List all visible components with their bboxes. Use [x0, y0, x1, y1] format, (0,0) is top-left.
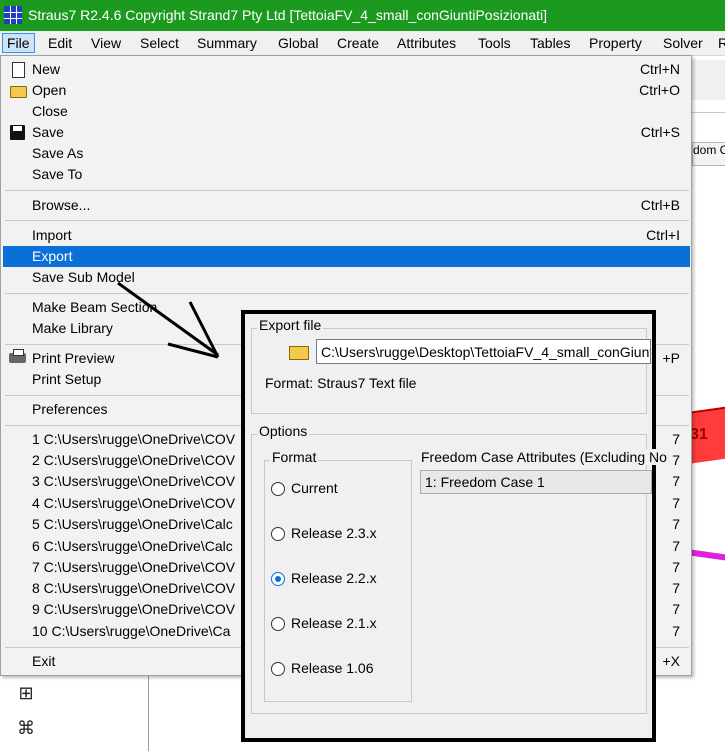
- radio-button[interactable]: [271, 482, 285, 496]
- radio-button[interactable]: [271, 527, 285, 541]
- format-group-title: Format: [270, 449, 319, 465]
- options-group-title: Options: [257, 423, 310, 439]
- export-format-text: Format: Straus7 Text file: [265, 375, 417, 391]
- radio-label: Release 2.3.x: [291, 525, 377, 541]
- radio-label: Release 1.06: [291, 660, 374, 676]
- export-path-field[interactable]: C:\Users\rugge\Desktop\TettoiaFV_4_small…: [316, 339, 651, 364]
- freedom-case-header: Freedom Case Attributes (Excluding No: [419, 449, 669, 465]
- radio-label: Current: [291, 480, 338, 496]
- radio-button[interactable]: [271, 572, 285, 586]
- freedom-case-item[interactable]: 1: Freedom Case 1: [421, 471, 651, 493]
- radio-label: Release 2.1.x: [291, 615, 377, 631]
- radio-label: Release 2.2.x: [291, 570, 377, 586]
- radio-button[interactable]: [271, 617, 285, 631]
- open-folder-icon[interactable]: [289, 346, 309, 360]
- freedom-case-list[interactable]: 1: Freedom Case 1: [420, 470, 652, 494]
- export-file-group-title: Export file: [257, 317, 324, 333]
- radio-button[interactable]: [271, 662, 285, 676]
